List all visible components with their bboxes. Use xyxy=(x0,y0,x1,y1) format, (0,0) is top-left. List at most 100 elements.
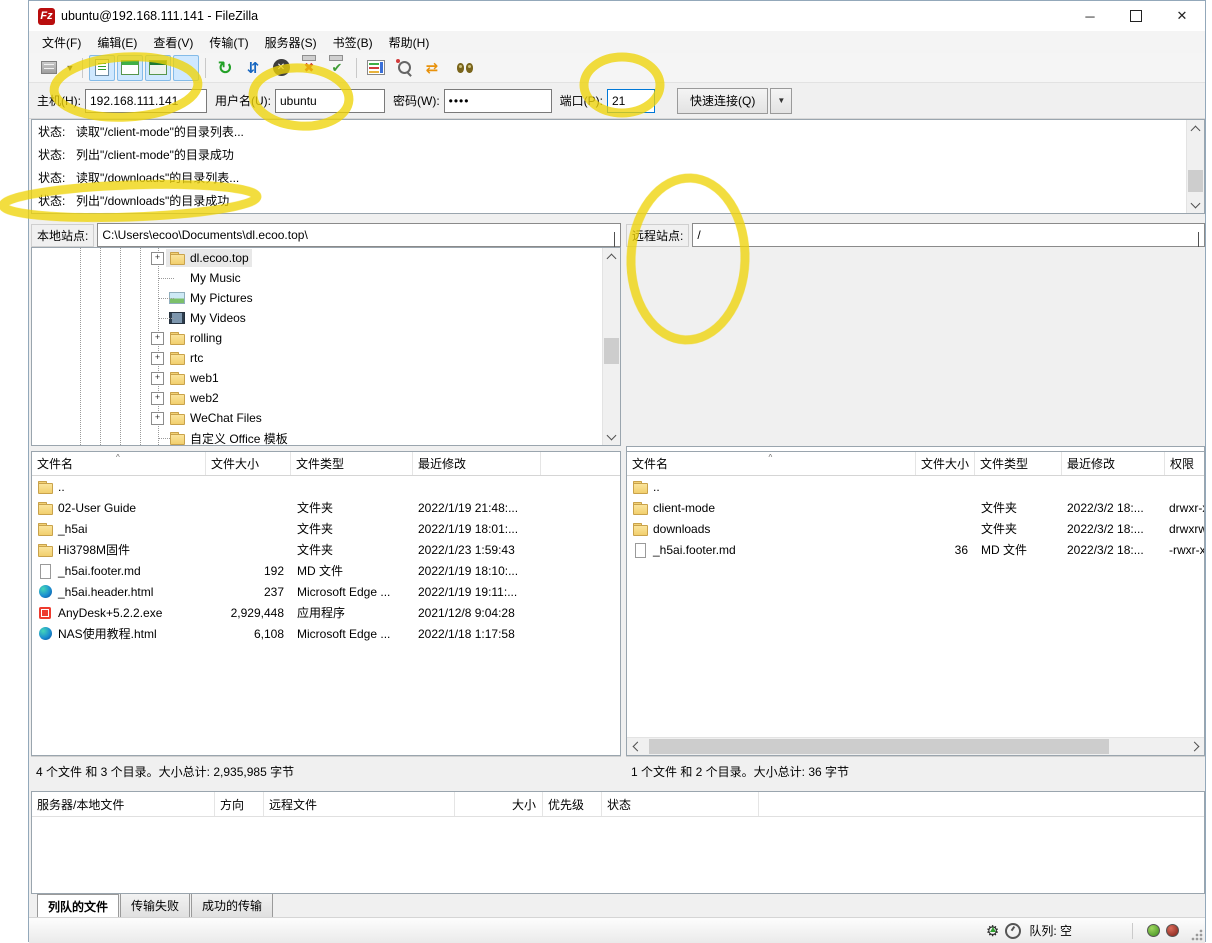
file-row[interactable]: _h5ai.header.html237Microsoft Edge ...20… xyxy=(32,581,620,602)
tree-item-cell[interactable]: My Pictures xyxy=(166,289,256,307)
queue-column-header-4[interactable]: 大小 xyxy=(455,792,543,816)
local-tree-item[interactable]: My Music xyxy=(32,268,620,288)
log-scrollbar[interactable] xyxy=(1186,120,1204,213)
username-input[interactable] xyxy=(275,89,385,113)
scroll-thumb[interactable] xyxy=(604,338,619,364)
column-header-5[interactable]: 权限 xyxy=(1165,452,1205,475)
column-header-2[interactable]: 文件大小 xyxy=(206,452,291,475)
find-files-button[interactable] xyxy=(447,55,473,81)
local-tree-item[interactable]: +rolling xyxy=(32,328,620,348)
menu-item-7[interactable]: 帮助(H) xyxy=(382,32,437,53)
column-header-2[interactable]: 文件大小 xyxy=(916,452,975,475)
queue-settings-gear-icon[interactable]: ⚙ xyxy=(986,922,999,940)
file-row[interactable]: Hi3798M固件文件夹2022/1/23 1:59:43 xyxy=(32,539,620,560)
local-tree-item[interactable]: My Videos xyxy=(32,308,620,328)
tab-3[interactable]: 成功的传输 xyxy=(191,894,273,918)
local-tree-item[interactable]: My Pictures xyxy=(32,288,620,308)
disconnect-button[interactable]: ✖ xyxy=(296,55,322,81)
column-header-3[interactable]: 文件类型 xyxy=(291,452,413,475)
file-row[interactable]: .. xyxy=(32,476,620,497)
scroll-up-arrow[interactable] xyxy=(1187,120,1204,137)
local-tree-toggle-button[interactable] xyxy=(117,55,143,81)
message-log-toggle-button[interactable] xyxy=(89,55,115,81)
scroll-down-arrow[interactable] xyxy=(603,428,620,445)
local-site-combobox[interactable]: C:\Users\ecoo\Documents\dl.ecoo.top\ xyxy=(97,223,621,247)
password-input[interactable] xyxy=(444,89,552,113)
scroll-thumb[interactable] xyxy=(649,739,1109,754)
file-row[interactable]: AnyDesk+5.2.2.exe2,929,448应用程序2021/12/8 … xyxy=(32,602,620,623)
scroll-up-arrow[interactable] xyxy=(603,248,620,265)
tree-item-cell[interactable]: My Music xyxy=(166,269,244,287)
queue-column-header-5[interactable]: 优先级 xyxy=(543,792,602,816)
quickconnect-dropdown-button[interactable]: ▼ xyxy=(770,88,792,114)
local-tree-item[interactable]: +dl.ecoo.top xyxy=(32,248,620,268)
file-row[interactable]: _h5ai.footer.md36MD 文件2022/3/2 18:...-rw… xyxy=(627,539,1204,560)
reconnect-button[interactable]: ✔ xyxy=(324,55,350,81)
file-row[interactable]: _h5ai.footer.md192MD 文件2022/1/19 18:10:.… xyxy=(32,560,620,581)
minimize-button[interactable]: ─ xyxy=(1067,1,1113,31)
menu-item-3[interactable]: 查看(V) xyxy=(146,32,200,53)
host-input[interactable] xyxy=(85,89,207,113)
remote-tree-toggle-button[interactable] xyxy=(145,55,171,81)
menu-item-5[interactable]: 服务器(S) xyxy=(258,32,324,53)
synchronized-browsing-button[interactable]: ⇄ xyxy=(419,55,445,81)
tab-1[interactable]: 列队的文件 xyxy=(37,894,119,919)
quickconnect-button[interactable]: 快速连接(Q) xyxy=(677,88,768,114)
expand-plus-icon[interactable]: + xyxy=(151,352,164,365)
refresh-button[interactable]: ↻ xyxy=(212,55,238,81)
directory-comparison-button[interactable] xyxy=(363,55,389,81)
local-tree-item[interactable]: +rtc xyxy=(32,348,620,368)
queue-column-header-2[interactable]: 方向 xyxy=(215,792,264,816)
scroll-down-arrow[interactable] xyxy=(1187,196,1204,213)
file-row[interactable]: downloads文件夹2022/3/2 18:...drwxrwxrwx xyxy=(627,518,1204,539)
local-tree-scrollbar[interactable] xyxy=(602,248,620,445)
tree-item-cell[interactable]: web2 xyxy=(166,389,222,407)
menu-item-1[interactable]: 文件(F) xyxy=(35,32,88,53)
port-input[interactable] xyxy=(607,89,655,113)
queue-column-header-1[interactable]: 服务器/本地文件 xyxy=(32,792,215,816)
tree-item-cell[interactable]: 自定义 Office 模板 xyxy=(166,429,291,447)
tab-2[interactable]: 传输失败 xyxy=(120,894,190,918)
file-row[interactable]: NAS使用教程.html6,108Microsoft Edge ...2022/… xyxy=(32,623,620,644)
chevron-down-icon[interactable] xyxy=(614,232,615,246)
resize-grip[interactable] xyxy=(1191,929,1203,941)
expand-plus-icon[interactable]: + xyxy=(151,252,164,265)
column-header-3[interactable]: 文件类型 xyxy=(975,452,1062,475)
local-tree-item[interactable]: +web1 xyxy=(32,368,620,388)
file-row[interactable]: 02-User Guide文件夹2022/1/19 21:48:... xyxy=(32,497,620,518)
file-row[interactable]: _h5ai文件夹2022/1/19 18:01:... xyxy=(32,518,620,539)
column-header-4[interactable]: 最近修改 xyxy=(413,452,541,475)
expand-plus-icon[interactable]: + xyxy=(151,332,164,345)
local-tree-item[interactable]: 自定义 Office 模板 xyxy=(32,428,620,446)
maximize-button[interactable] xyxy=(1113,1,1159,31)
scroll-left-arrow[interactable] xyxy=(627,738,644,755)
process-queue-button[interactable]: ⇵ xyxy=(240,55,266,81)
remote-list-hscrollbar[interactable] xyxy=(627,737,1204,755)
file-row[interactable]: client-mode文件夹2022/3/2 18:...drwxr-xr-x xyxy=(627,497,1204,518)
menu-item-4[interactable]: 传输(T) xyxy=(202,32,255,53)
expand-plus-icon[interactable]: + xyxy=(151,392,164,405)
queue-column-header-3[interactable]: 远程文件 xyxy=(264,792,455,816)
cancel-button[interactable]: ✕ xyxy=(268,55,294,81)
transfer-queue-toggle-button[interactable] xyxy=(173,55,199,81)
expand-plus-icon[interactable]: + xyxy=(151,412,164,425)
tree-item-cell[interactable]: rtc xyxy=(166,349,206,367)
menu-item-2[interactable]: 编辑(E) xyxy=(90,32,144,53)
remote-site-combobox[interactable]: / xyxy=(692,223,1205,247)
tree-item-cell[interactable]: My Videos xyxy=(166,309,249,327)
site-manager-dropdown-arrow[interactable]: ▼ xyxy=(63,56,77,80)
scroll-right-arrow[interactable] xyxy=(1187,738,1204,755)
file-row[interactable]: .. xyxy=(627,476,1204,497)
filter-button[interactable] xyxy=(391,55,417,81)
menu-item-6[interactable]: 书签(B) xyxy=(326,32,380,53)
speed-limit-gauge-icon[interactable] xyxy=(1005,923,1021,939)
tree-item-cell[interactable]: rolling xyxy=(166,329,225,347)
local-tree-item[interactable]: +web2 xyxy=(32,388,620,408)
queue-column-header-6[interactable]: 状态 xyxy=(602,792,759,816)
site-manager-button[interactable] xyxy=(36,55,62,81)
close-button[interactable]: ✕ xyxy=(1159,1,1205,31)
column-header-4[interactable]: 最近修改 xyxy=(1062,452,1165,475)
chevron-down-icon[interactable] xyxy=(1198,232,1199,246)
scroll-thumb[interactable] xyxy=(1188,170,1203,192)
expand-plus-icon[interactable]: + xyxy=(151,372,164,385)
